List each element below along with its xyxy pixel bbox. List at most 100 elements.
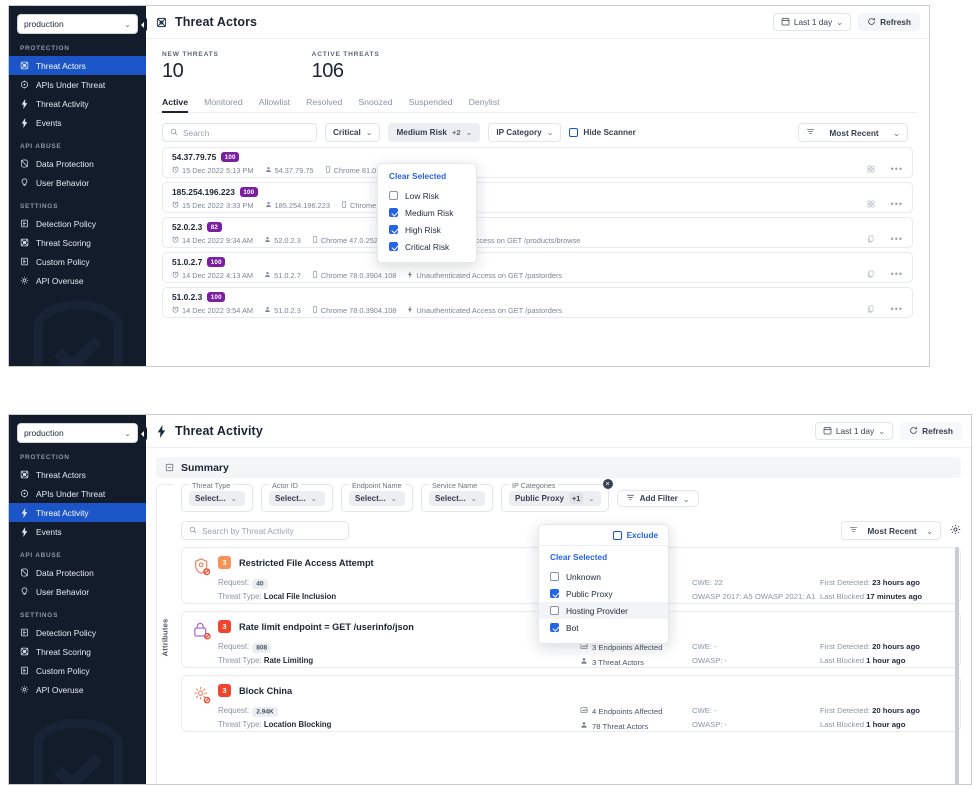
dropdown-option-public-proxy[interactable]: Public Proxy <box>539 585 668 602</box>
clock-icon <box>172 236 179 245</box>
clear-selected-button[interactable]: Clear Selected <box>378 170 476 187</box>
sidebar-item-threat-scoring[interactable]: Threat Scoring <box>9 233 146 252</box>
search-input[interactable]: Search by Threat Activity <box>181 521 349 540</box>
ip-category-label: IP Category <box>496 128 542 137</box>
clear-filter-icon[interactable]: × <box>602 479 613 489</box>
list-item[interactable]: 3 Block China Request: 2.94K Threat Type:… <box>181 675 961 732</box>
filter-ip-categories[interactable]: IP Categories × Public Proxy +1 ⌄ <box>501 479 613 512</box>
sidebar-item-data-protection[interactable]: Data Protection <box>9 563 146 582</box>
checkbox-icon[interactable] <box>612 531 622 540</box>
attributes-tab[interactable]: Attributes <box>156 484 172 784</box>
field-value[interactable]: Select... ⌄ <box>189 491 245 506</box>
table-row[interactable]: 51.0.2.7 100 14 Dec 2022 4:13 AM 51.0.2.… <box>162 252 913 283</box>
calendar-icon <box>823 426 832 437</box>
sidebar-item-events[interactable]: Events <box>9 522 146 541</box>
filter-endpoint-name[interactable]: Endpoint Name Select... ⌄ <box>341 480 413 512</box>
dropdown-option-critical-risk[interactable]: Critical Risk <box>378 238 476 255</box>
tab-resolved[interactable]: Resolved <box>306 97 342 112</box>
ip-category-filter[interactable]: IP Category ⌄ <box>488 123 562 142</box>
filter-threat-type[interactable]: Threat Type Select... ⌄ <box>181 480 253 512</box>
copy-icon[interactable] <box>867 300 875 318</box>
sidebar-item-api-overuse[interactable]: API Overuse <box>9 271 146 290</box>
sidebar-item-label: Detection Policy <box>36 218 97 229</box>
row-menu-button[interactable]: ••• <box>891 304 903 314</box>
sidebar-item-threat-actors[interactable]: Threat Actors <box>9 465 146 484</box>
sidebar-item-threat-actors[interactable]: Threat Actors <box>9 56 146 75</box>
tab-suspended[interactable]: Suspended <box>409 97 453 112</box>
field-value[interactable]: Select... ⌄ <box>429 491 485 506</box>
request-label: Request: <box>218 578 250 587</box>
refresh-button[interactable]: Refresh <box>900 422 962 440</box>
tab-denylist[interactable]: Denylist <box>469 97 500 112</box>
sidebar-item-custom-policy[interactable]: Custom Policy <box>9 661 146 680</box>
table-row[interactable]: 52.0.2.3 82 14 Dec 2022 9:34 AM 52.0.2.3… <box>162 217 913 248</box>
dropdown-option-low-risk[interactable]: Low Risk <box>378 187 476 204</box>
field-value[interactable]: Select... ⌄ <box>349 491 405 506</box>
sidebar-item-threat-activity[interactable]: Threat Activity <box>9 94 146 113</box>
sidebar-item-detection-policy[interactable]: Detection Policy <box>9 214 146 233</box>
sidebar-collapse-toggle[interactable] <box>138 426 147 441</box>
hide-scanner-toggle[interactable]: Hide Scanner <box>569 128 636 137</box>
ip-categories-dropdown[interactable]: Exclude Clear Selected Unknown Public Pr… <box>538 524 669 644</box>
link-icon[interactable] <box>867 160 875 178</box>
sort-select[interactable]: Most Recent ⌄ <box>841 521 941 540</box>
row-menu-button[interactable]: ••• <box>891 199 903 209</box>
sidebar-item-custom-policy[interactable]: Custom Policy <box>9 252 146 271</box>
search-input[interactable]: Search <box>162 123 317 142</box>
sidebar-item-user-behavior[interactable]: User Behavior <box>9 173 146 192</box>
sidebar-item-apis-under-threat[interactable]: APIs Under Threat <box>9 484 146 503</box>
risk-filter-dropdown[interactable]: Clear Selected Low Risk Medium Risk High… <box>377 163 477 263</box>
row-menu-button[interactable]: ••• <box>891 269 903 279</box>
environment-select[interactable]: production ⌄ <box>17 423 138 443</box>
sidebar-collapse-toggle[interactable] <box>138 17 147 32</box>
table-row[interactable]: 185.254.196.223 100 15 Dec 2022 3:33 PM … <box>162 182 913 213</box>
copy-icon[interactable] <box>867 230 875 248</box>
row-menu-button[interactable]: ••• <box>891 164 903 174</box>
filter-service-name[interactable]: Service Name Select... ⌄ <box>421 480 493 512</box>
severity-badge: 3 <box>218 684 231 697</box>
dropdown-option-unknown[interactable]: Unknown <box>539 568 668 585</box>
sidebar-item-detection-policy[interactable]: Detection Policy <box>9 623 146 642</box>
date-range-picker[interactable]: Last 1 day ⌄ <box>772 13 852 31</box>
row-menu-button[interactable]: ••• <box>891 234 903 244</box>
environment-select[interactable]: production ⌄ <box>17 14 138 34</box>
sidebar-item-events[interactable]: Events <box>9 113 146 132</box>
tab-allowlist[interactable]: Allowlist <box>259 97 290 112</box>
chevron-down-icon: ⌄ <box>893 127 900 138</box>
nav-group-title-settings: SETTINGS <box>20 203 59 210</box>
refresh-button[interactable]: Refresh <box>858 13 920 31</box>
dropdown-option-hosting-provider[interactable]: Hosting Provider <box>539 602 668 619</box>
sidebar-item-data-protection[interactable]: Data Protection <box>9 154 146 173</box>
sidebar-item-api-overuse[interactable]: API Overuse <box>9 680 146 699</box>
filter-actor-id[interactable]: Actor ID Select... ⌄ <box>261 480 333 512</box>
expand-icon[interactable] <box>165 459 174 477</box>
vertical-scrollbar[interactable] <box>955 547 959 784</box>
sidebar-item-apis-under-threat[interactable]: APIs Under Threat <box>9 75 146 94</box>
clear-selected-button[interactable]: Clear Selected <box>539 546 668 568</box>
link-icon[interactable] <box>867 195 875 213</box>
field-value[interactable]: Select... ⌄ <box>269 491 325 506</box>
row-actor: 54.37.79.75 <box>274 166 314 175</box>
field-value[interactable]: Public Proxy +1 ⌄ <box>509 491 601 506</box>
dropdown-option-bot[interactable]: Bot <box>539 619 668 636</box>
criticality-filter[interactable]: Critical ⌄ <box>325 123 381 142</box>
tab-active[interactable]: Active <box>162 97 189 113</box>
table-row[interactable]: 54.37.79.75 100 15 Dec 2022 5:13 PM 54.3… <box>162 147 913 178</box>
risk-filter[interactable]: Medium Risk +2 ⌄ <box>388 123 481 142</box>
dropdown-option-high-risk[interactable]: High Risk <box>378 221 476 238</box>
threat-type-value: Local File Inclusion <box>263 592 337 601</box>
copy-icon[interactable] <box>867 265 875 283</box>
date-range-picker[interactable]: Last 1 day ⌄ <box>814 422 894 440</box>
add-filter-button[interactable]: Add Filter ⌄ <box>616 490 699 507</box>
tab-monitored[interactable]: Monitored <box>204 97 243 112</box>
sidebar-item-user-behavior[interactable]: User Behavior <box>9 582 146 601</box>
status-badge: 82 <box>207 222 222 232</box>
dropdown-option-medium-risk[interactable]: Medium Risk <box>378 204 476 221</box>
gear-icon[interactable] <box>950 522 961 540</box>
sort-select[interactable]: Most Recent ⌄ <box>798 123 908 142</box>
sidebar-item-threat-scoring[interactable]: Threat Scoring <box>9 642 146 661</box>
summary-section-header[interactable]: Summary <box>156 457 961 478</box>
tab-snoozed[interactable]: Snoozed <box>358 97 392 112</box>
sidebar-item-threat-activity[interactable]: Threat Activity <box>9 503 146 522</box>
table-row[interactable]: 51.0.2.3 100 14 Dec 2022 3:54 AM 51.0.2.… <box>162 287 913 318</box>
